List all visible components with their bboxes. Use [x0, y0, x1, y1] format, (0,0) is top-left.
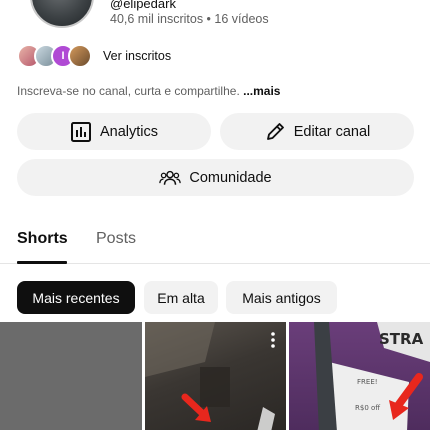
edit-channel-label: Editar canal: [293, 123, 371, 140]
sign-text-price: R$0 off: [355, 404, 380, 412]
analytics-label: Analytics: [99, 123, 159, 140]
filter-chip-oldest[interactable]: Mais antigos: [226, 281, 337, 314]
subscribers-row[interactable]: I Ver inscritos: [17, 43, 171, 69]
thumbnail-scene: [145, 322, 275, 430]
short-thumbnail[interactable]: STRA FREE! R$0 off: [289, 322, 430, 430]
view-subscribers-link[interactable]: Ver inscritos: [103, 49, 171, 63]
tab-shorts[interactable]: Shorts: [17, 230, 68, 248]
active-tab-indicator: [17, 261, 67, 264]
people-icon: [159, 167, 182, 189]
edit-channel-button[interactable]: Editar canal: [220, 113, 414, 150]
subscriber-avatar: [68, 44, 92, 68]
banner-text: STRA: [379, 330, 424, 348]
channel-description[interactable]: Inscreva-se no canal, curta e compartilh…: [17, 84, 280, 98]
channel-avatar[interactable]: [30, 0, 94, 28]
filter-chip-trending[interactable]: Em alta: [144, 281, 218, 314]
description-text: Inscreva-se no canal, curta e compartilh…: [17, 84, 240, 98]
filter-chip-recent[interactable]: Mais recentes: [17, 281, 135, 314]
thumbnail-scene: STRA FREE! R$0 off: [314, 322, 430, 430]
tab-posts[interactable]: Posts: [96, 230, 136, 248]
community-button[interactable]: Comunidade: [17, 159, 414, 196]
description-more-link[interactable]: ...mais: [243, 84, 280, 98]
channel-tabs: Shorts Posts: [0, 220, 430, 264]
analytics-icon: [70, 121, 92, 143]
pencil-icon: [264, 121, 286, 143]
short-thumbnail[interactable]: [145, 322, 286, 430]
more-options-icon[interactable]: [266, 330, 280, 350]
short-thumbnail[interactable]: [0, 322, 142, 430]
analytics-button[interactable]: Analytics: [17, 113, 211, 150]
channel-handle: @elipedark: [110, 0, 176, 11]
sign-text-free: FREE!: [357, 378, 378, 386]
channel-stats: 40,6 mil inscritos • 16 vídeos: [110, 12, 269, 26]
community-label: Comunidade: [189, 169, 272, 186]
